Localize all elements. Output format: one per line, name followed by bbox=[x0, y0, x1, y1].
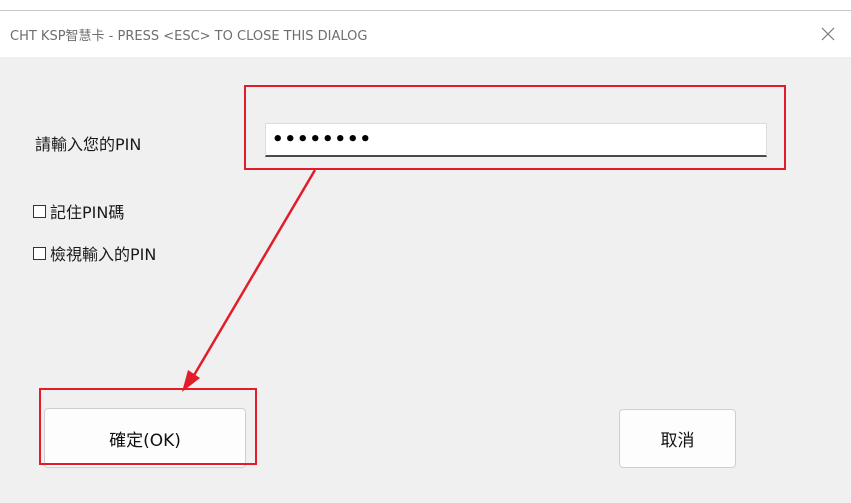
cancel-button[interactable]: 取消 bbox=[619, 409, 736, 468]
title-bar: CHT KSP智慧卡 - PRESS <ESC> TO CLOSE THIS D… bbox=[0, 11, 851, 57]
show-pin-checkbox-box[interactable] bbox=[33, 246, 46, 260]
close-icon bbox=[821, 27, 835, 41]
pin-input[interactable] bbox=[265, 123, 767, 157]
ok-button[interactable]: 確定(OK) bbox=[44, 408, 246, 468]
remember-pin-checkbox[interactable]: 記住PIN碼 bbox=[33, 199, 124, 223]
close-button[interactable] bbox=[805, 11, 851, 57]
pin-label: 請輸入您的PIN bbox=[35, 135, 142, 154]
ok-button-label: 確定(OK) bbox=[109, 430, 181, 451]
show-pin-label: 檢視輸入的PIN bbox=[50, 245, 157, 264]
show-pin-checkbox[interactable]: 檢視輸入的PIN bbox=[33, 241, 156, 265]
pin-dialog-window: CHT KSP智慧卡 - PRESS <ESC> TO CLOSE THIS D… bbox=[0, 10, 851, 503]
remember-pin-checkbox-box[interactable] bbox=[33, 204, 46, 218]
window-title: CHT KSP智慧卡 - PRESS <ESC> TO CLOSE THIS D… bbox=[10, 29, 368, 44]
screenshot-stage: CHT KSP智慧卡 - PRESS <ESC> TO CLOSE THIS D… bbox=[0, 0, 851, 503]
remember-pin-label: 記住PIN碼 bbox=[50, 203, 125, 222]
cancel-button-label: 取消 bbox=[660, 431, 695, 451]
